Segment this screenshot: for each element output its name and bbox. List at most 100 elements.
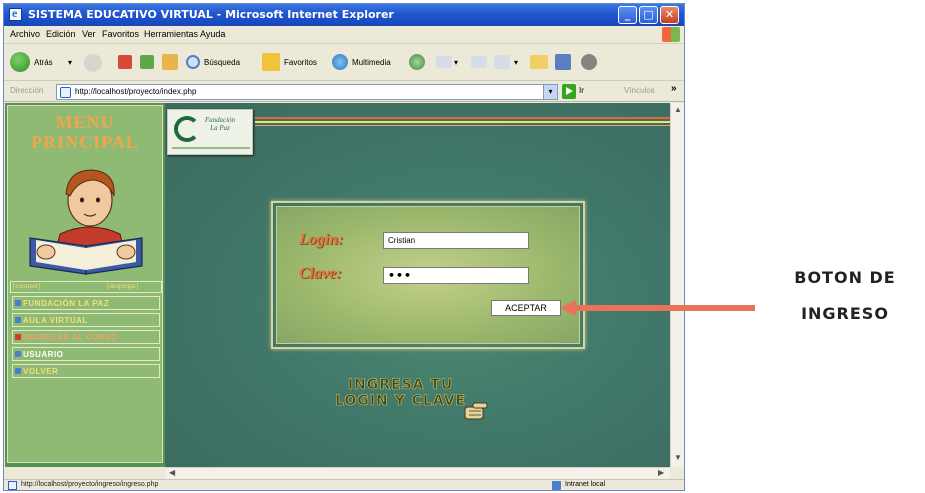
browser-window: SISTEMA EDUCATIVO VIRTUAL - Microsoft In… <box>3 3 685 491</box>
folder-icon <box>530 55 548 69</box>
scroll-corner <box>670 467 684 479</box>
header-stripe-thin <box>255 125 670 126</box>
scroll-up-icon[interactable]: ▲ <box>674 105 682 114</box>
go-button-label[interactable]: Ir <box>579 86 584 95</box>
nav-bullet-icon <box>15 300 21 306</box>
scroll-right-icon[interactable]: ▶ <box>658 468 664 477</box>
window-title: SISTEMA EDUCATIVO VIRTUAL - Microsoft In… <box>28 8 394 21</box>
multimedia-button[interactable]: Multimedia <box>332 52 404 74</box>
back-label: Atrás <box>34 58 53 67</box>
nav-bullet-icon <box>15 368 21 374</box>
menu-favorites[interactable]: Favoritos <box>102 29 139 39</box>
intranet-zone-icon <box>552 481 561 490</box>
home-icon <box>162 54 178 70</box>
multimedia-icon <box>332 54 348 70</box>
discuss-button[interactable] <box>530 52 548 74</box>
collapse-link[interactable]: [contraer] <box>13 282 41 290</box>
login-label: Login: <box>299 231 344 248</box>
nav-item-usuario[interactable]: USUARIO <box>12 347 160 361</box>
scroll-left-icon[interactable]: ◀ <box>169 468 175 477</box>
maximize-button[interactable]: □ <box>639 6 658 24</box>
stop-button[interactable] <box>116 52 134 74</box>
nav-item-volver[interactable]: VOLVER <box>12 364 160 378</box>
nav-item-label: USUARIO <box>23 350 64 359</box>
search-button[interactable]: Búsqueda <box>186 52 256 74</box>
header-stripe-yellow <box>255 121 670 123</box>
address-url: http://localhost/proyecto/index.php <box>75 87 197 96</box>
scroll-down-icon[interactable]: ▼ <box>674 453 682 462</box>
login-stage: Fundación La Paz Login: Clave: ••• ACEPT… <box>165 103 670 467</box>
logo-text-line1: Fundación <box>204 116 236 124</box>
nav-item-label: VOLVER <box>23 367 59 376</box>
password-input[interactable]: ••• <box>383 267 529 284</box>
vertical-scrollbar[interactable]: ▲ ▼ <box>670 103 684 467</box>
nav-item-label: AULA VIRTUAL <box>23 316 88 325</box>
chevron-more-icon[interactable]: » <box>671 83 677 94</box>
nav-item-label: FUNDACIÓN LA PAZ <box>23 299 110 308</box>
home-button[interactable] <box>160 52 180 74</box>
nav-item-aula-virtual[interactable]: AULA VIRTUAL <box>12 313 160 327</box>
nav-item-label: INGRESAR AL CURSO <box>23 333 118 342</box>
security-zone: Intranet local <box>565 481 606 488</box>
print-icon <box>471 56 487 68</box>
login-input[interactable] <box>383 232 529 249</box>
reading-student-illustration <box>29 169 143 275</box>
mail-button[interactable]: ▾ <box>436 52 464 74</box>
close-button[interactable]: ✕ <box>660 6 679 24</box>
back-dropdown-icon[interactable]: ▾ <box>68 58 72 67</box>
research-button[interactable] <box>554 52 574 74</box>
page-viewport: MENU PRINCIPAL [contraer] [desplegar] FU… <box>5 103 670 467</box>
menu-title-line1: MENU <box>55 112 115 132</box>
favorites-label: Favoritos <box>284 58 317 67</box>
favorites-button[interactable]: Favoritos <box>262 52 332 74</box>
annotation-arrow <box>560 300 755 316</box>
prompt-line1: INGRESA TU <box>347 377 454 394</box>
status-bar: http://localhost/proyecto/ingreso/ingres… <box>4 479 684 490</box>
messenger-button[interactable] <box>580 52 600 74</box>
edit-icon <box>494 55 510 69</box>
logo-text: Fundación La Paz <box>192 116 248 132</box>
search-label: Búsqueda <box>204 58 241 67</box>
menu-edit[interactable]: Edición <box>46 29 76 39</box>
messenger-icon <box>581 54 597 70</box>
login-panel-inner: Login: Clave: ••• ACEPTAR <box>276 206 580 344</box>
status-page-icon <box>8 481 17 490</box>
history-button[interactable] <box>408 52 426 74</box>
logo-underline <box>172 147 250 149</box>
menu-tools[interactable]: Herramientas <box>144 29 198 39</box>
main-menu-title: MENU PRINCIPAL <box>8 112 162 152</box>
minimize-button[interactable]: _ <box>618 6 637 24</box>
print-button[interactable] <box>470 52 488 74</box>
toolbar: Atrás ▾ Búsqueda Favoritos Multimedia ▾ … <box>4 45 684 81</box>
go-arrow-icon[interactable] <box>562 84 576 99</box>
menu-view[interactable]: Ver <box>82 29 96 39</box>
menu-file[interactable]: Archivo <box>10 29 40 39</box>
forward-button[interactable] <box>84 52 104 74</box>
horizontal-scrollbar[interactable]: ◀ ▶ <box>166 467 670 479</box>
accept-button[interactable]: ACEPTAR <box>491 300 561 316</box>
address-label: Dirección <box>10 86 44 95</box>
annotation-label: BOTON DE INGRESO <box>770 260 920 332</box>
address-input[interactable]: http://localhost/proyecto/index.php ▾ <box>56 84 558 100</box>
edit-button[interactable]: ▾ <box>494 52 524 74</box>
menu-controls: [contraer] [desplegar] <box>10 281 162 293</box>
menu-help[interactable]: Ayuda <box>200 29 225 39</box>
prompt-line2: LOGIN Y CLAVE <box>335 393 467 410</box>
star-icon <box>262 53 280 71</box>
windows-logo-icon <box>662 27 680 42</box>
expand-link[interactable]: [desplegar] <box>107 282 138 290</box>
refresh-button[interactable] <box>138 52 156 74</box>
nav-item-fundacion[interactable]: FUNDACIÓN LA PAZ <box>12 296 160 310</box>
nav-bullet-icon <box>15 317 21 323</box>
history-icon <box>409 54 425 70</box>
stop-icon <box>118 55 132 69</box>
book-icon <box>555 54 571 70</box>
back-button[interactable]: Atrás ▾ <box>10 52 78 74</box>
annotation-line1: BOTON DE <box>794 268 896 287</box>
nav-item-ingresar-curso[interactable]: INGRESAR AL CURSO <box>12 330 160 344</box>
links-label[interactable]: Vínculos <box>624 86 655 95</box>
title-bar: SISTEMA EDUCATIVO VIRTUAL - Microsoft In… <box>4 4 684 26</box>
refresh-icon <box>140 55 154 69</box>
multimedia-label: Multimedia <box>352 58 391 67</box>
address-dropdown-icon[interactable]: ▾ <box>543 85 557 99</box>
